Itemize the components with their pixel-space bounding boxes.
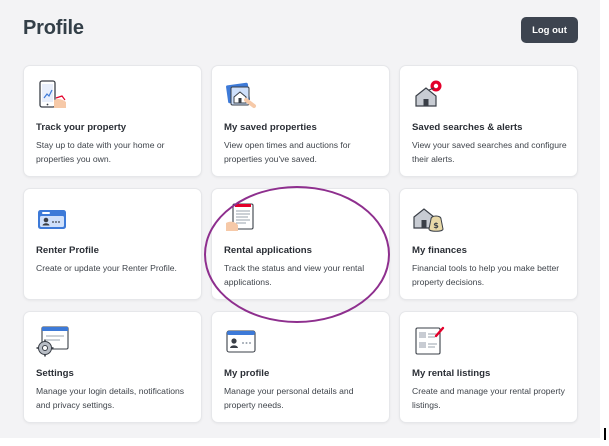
profile-cards-grid: Track your property Stay up to date with… bbox=[23, 65, 578, 423]
settings-gear-icon bbox=[36, 326, 69, 357]
card-my-profile[interactable]: My profile Manage your personal details … bbox=[211, 311, 390, 423]
rental-listings-icon bbox=[415, 326, 445, 355]
card-saved-searches[interactable]: Saved searches & alerts View your saved … bbox=[399, 65, 578, 177]
profile-card-icon bbox=[226, 330, 256, 353]
card-title: Track your property bbox=[36, 122, 127, 133]
card-title: Settings bbox=[36, 368, 74, 379]
phone-house-chart-icon bbox=[39, 80, 66, 108]
card-description: Financial tools to help you make better … bbox=[412, 263, 560, 287]
card-description: Stay up to date with your home or proper… bbox=[36, 140, 165, 164]
card-rental-applications[interactable]: Rental applications Track the status and… bbox=[211, 188, 390, 300]
card-track-property[interactable]: Track your property Stay up to date with… bbox=[23, 65, 202, 177]
card-title: My profile bbox=[224, 368, 270, 379]
rental-application-document-icon bbox=[226, 203, 254, 231]
card-description: Create and manage your rental property l… bbox=[412, 386, 565, 410]
saved-search-house-icon bbox=[415, 80, 442, 107]
card-description: Create or update your Renter Profile. bbox=[36, 263, 177, 273]
card-my-finances[interactable]: $ My finances Financial tools to help yo… bbox=[399, 188, 578, 300]
finances-house-money-icon: $ bbox=[413, 208, 444, 232]
card-title: Saved searches & alerts bbox=[412, 122, 523, 133]
card-title: My finances bbox=[412, 245, 467, 256]
saved-properties-icon bbox=[226, 82, 256, 108]
card-renter-profile[interactable]: Renter Profile Create or update your Ren… bbox=[23, 188, 202, 300]
card-title: My saved properties bbox=[224, 122, 317, 133]
page-title: Profile bbox=[23, 17, 84, 39]
card-description: Manage your personal details and propert… bbox=[224, 386, 354, 410]
text-cursor-mark bbox=[604, 428, 606, 440]
card-title: Rental applications bbox=[224, 245, 312, 256]
card-description: View your saved searches and configure t… bbox=[412, 140, 567, 164]
svg-text:$: $ bbox=[433, 221, 439, 230]
card-title: My rental listings bbox=[412, 368, 491, 379]
card-saved-properties[interactable]: My saved properties View open times and … bbox=[211, 65, 390, 177]
logout-button[interactable]: Log out bbox=[521, 17, 578, 43]
card-description: Manage your login details, notifications… bbox=[36, 386, 185, 410]
card-title: Renter Profile bbox=[36, 245, 99, 256]
profile-page: Profile Log out Track your property Stay… bbox=[0, 0, 600, 438]
card-description: View open times and auctions for propert… bbox=[224, 140, 351, 164]
card-settings[interactable]: Settings Manage your login details, noti… bbox=[23, 311, 202, 423]
card-rental-listings[interactable]: My rental listings Create and manage you… bbox=[399, 311, 578, 423]
card-description: Track the status and view your rental ap… bbox=[224, 263, 365, 287]
renter-profile-card-icon bbox=[38, 210, 66, 229]
